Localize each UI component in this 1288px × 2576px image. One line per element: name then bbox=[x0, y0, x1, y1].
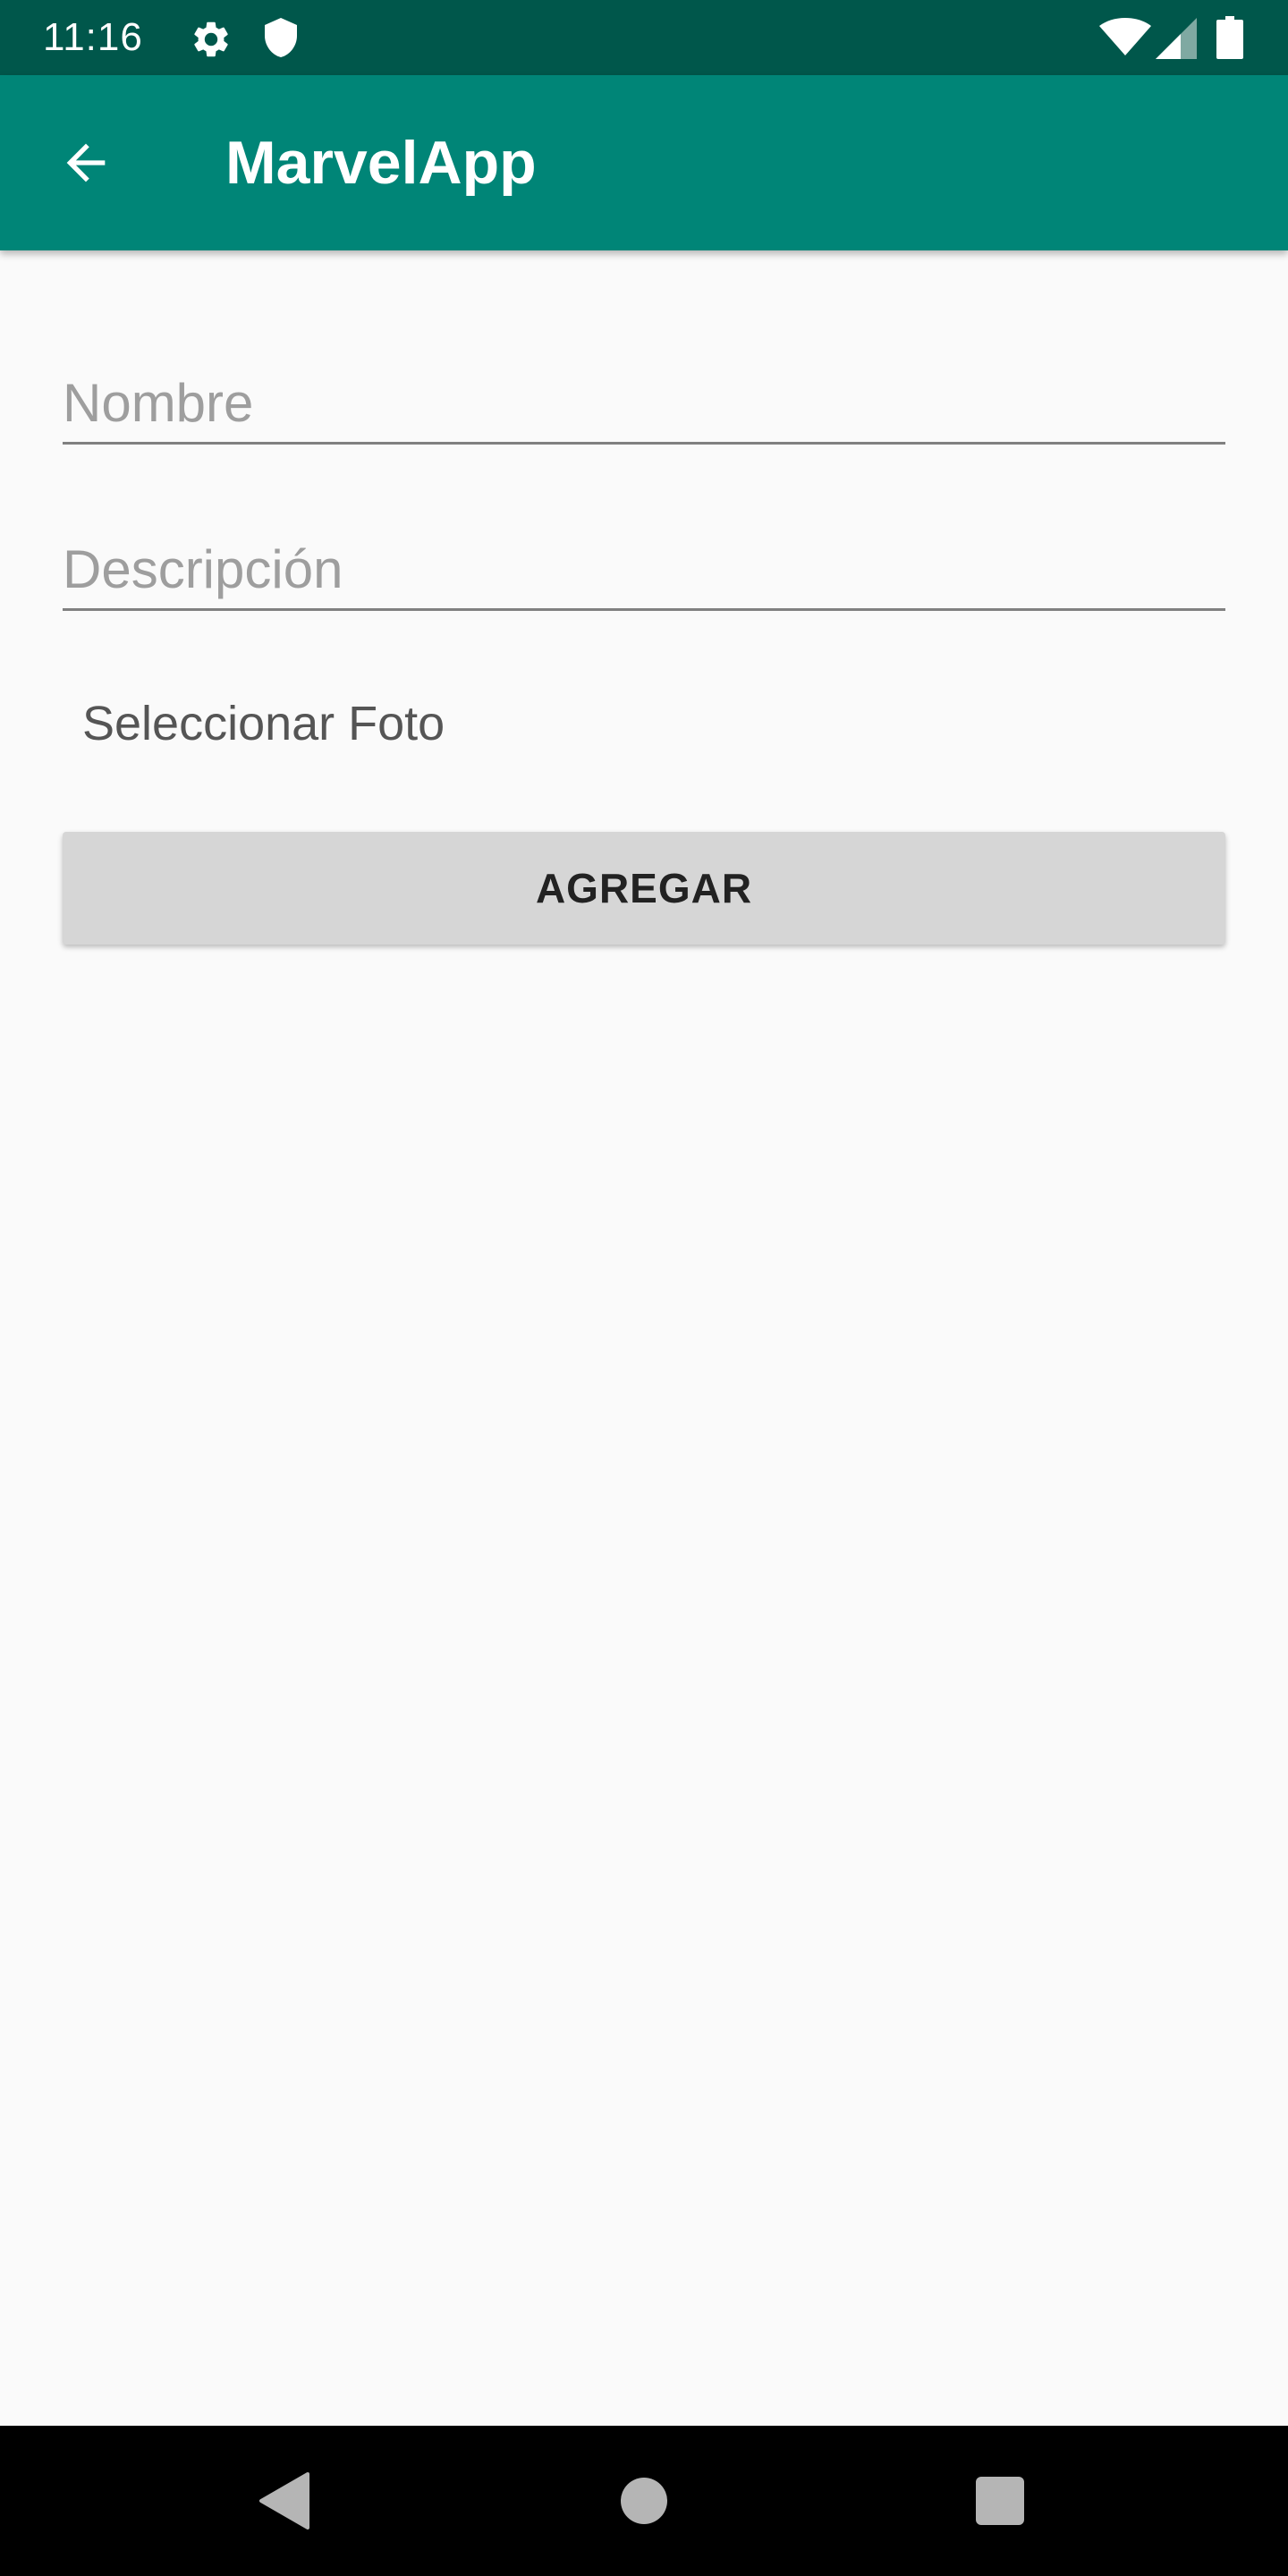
shield-icon bbox=[265, 18, 297, 57]
nav-back-button[interactable] bbox=[249, 2465, 320, 2537]
navigation-bar bbox=[0, 2426, 1288, 2576]
nav-home-button[interactable] bbox=[608, 2465, 680, 2537]
back-triangle-icon bbox=[259, 2472, 309, 2529]
arrow-back-icon bbox=[66, 143, 106, 182]
battery-icon bbox=[1216, 16, 1243, 59]
recents-square-icon bbox=[976, 2477, 1024, 2525]
app-bar: MarvelApp bbox=[0, 75, 1288, 250]
select-photo-link[interactable]: Seleccionar Foto bbox=[82, 692, 445, 755]
description-field bbox=[63, 510, 1225, 611]
back-button[interactable] bbox=[36, 113, 136, 213]
name-input[interactable] bbox=[63, 343, 1225, 442]
app-title: MarvelApp bbox=[225, 129, 537, 197]
gear-icon bbox=[194, 21, 228, 57]
cell-signal-icon bbox=[1156, 18, 1197, 59]
name-field bbox=[63, 343, 1225, 445]
description-input[interactable] bbox=[63, 510, 1225, 608]
add-button[interactable]: AGREGAR bbox=[63, 832, 1225, 945]
home-circle-icon bbox=[621, 2478, 667, 2524]
nav-recents-button[interactable] bbox=[964, 2465, 1036, 2537]
status-bar: 11:16 bbox=[0, 0, 1288, 75]
wifi-icon bbox=[1099, 18, 1151, 55]
status-time: 11:16 bbox=[43, 15, 143, 59]
